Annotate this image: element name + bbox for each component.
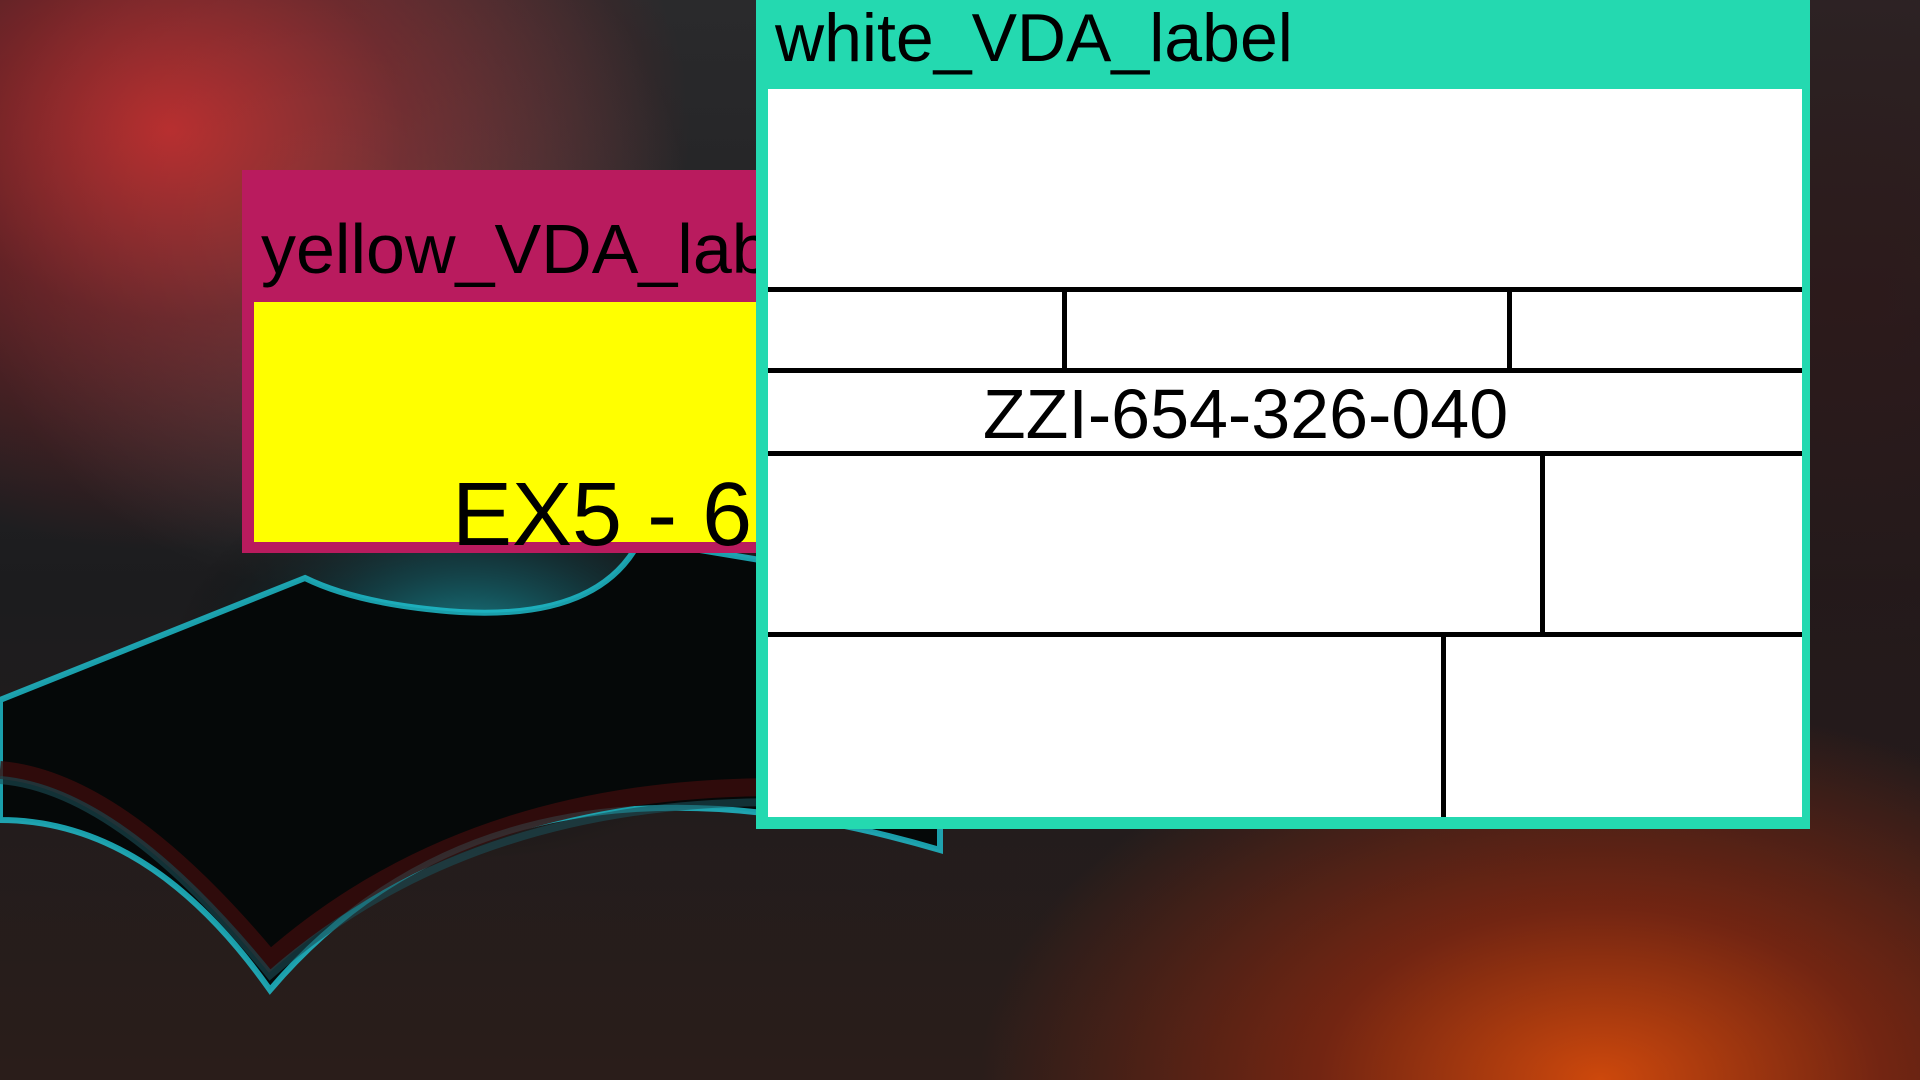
white-vda-label-window[interactable]: white_VDA_label ZZI-654-326-040	[756, 0, 1810, 829]
label-grid-line	[768, 451, 1802, 456]
label-grid-line	[768, 368, 1802, 373]
label-grid-line	[1062, 287, 1067, 370]
label-grid-line	[1540, 451, 1545, 634]
white-label-content: ZZI-654-326-040	[768, 89, 1802, 817]
window-titlebar[interactable]: white_VDA_label	[756, 0, 1810, 84]
yellow-vda-label-window[interactable]: yellow_VDA_label EX5 - 6	[242, 170, 782, 560]
label-code-text: ZZI-654-326-040	[982, 375, 1509, 453]
label-grid-line	[1507, 287, 1512, 370]
window-title: yellow_VDA_label	[261, 210, 782, 288]
window-title: white_VDA_label	[775, 0, 1293, 76]
yellow-label-text: EX5 - 6	[452, 465, 753, 565]
label-grid-line	[768, 287, 1802, 292]
window-titlebar[interactable]: yellow_VDA_label	[242, 170, 782, 298]
label-grid-line	[768, 632, 1802, 637]
label-grid-line	[1441, 632, 1446, 817]
